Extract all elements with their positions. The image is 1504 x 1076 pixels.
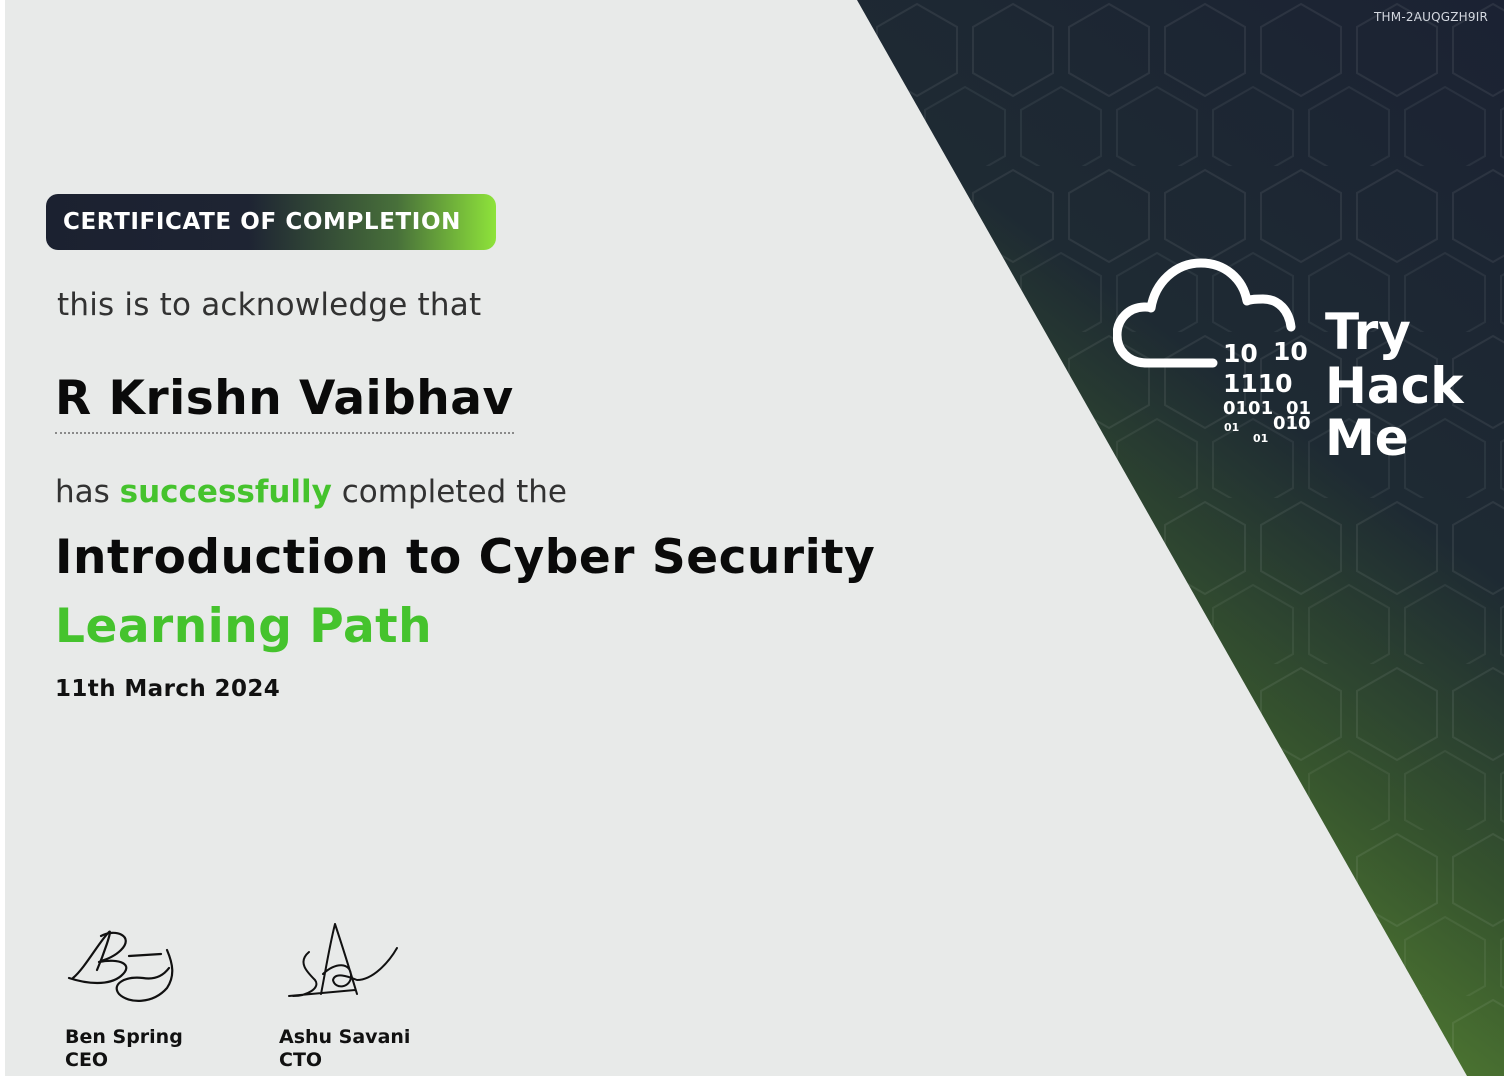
certificate-id: THM-2AUQGZH9IR: [1374, 10, 1488, 24]
signatory-role: CTO: [279, 1049, 323, 1071]
completed-prefix: has: [55, 474, 110, 510]
completion-statement: has successfully completed the: [55, 474, 567, 510]
brand-word: Try: [1325, 303, 1411, 361]
signatory-name: Ben Spring: [65, 1026, 183, 1048]
binary-digits: 01: [1253, 432, 1269, 445]
acknowledge-text: this is to acknowledge that: [57, 287, 482, 323]
course-title: Introduction to Cyber Security: [55, 530, 876, 585]
signatory-name: Ashu Savani: [279, 1026, 411, 1048]
completed-highlight: successfully: [119, 474, 332, 510]
binary-digits: 10: [1273, 337, 1308, 366]
binary-digits: 10: [1223, 339, 1258, 368]
binary-digits: 0101: [1223, 398, 1274, 419]
binary-digits: 010: [1273, 413, 1311, 434]
certificate-badge: CERTIFICATE OF COMPLETION: [46, 194, 496, 250]
badge-label: CERTIFICATE OF COMPLETION: [63, 209, 461, 235]
signatory-role: CEO: [65, 1049, 109, 1071]
tryhackme-logo: 10 10 1110 0101 01 01 01 010 Try Hack Me: [1113, 255, 1483, 470]
completed-suffix: completed the: [341, 474, 567, 510]
signature-ceo: [67, 930, 174, 1002]
binary-digits: 01: [1224, 421, 1240, 434]
brand-word: Hack: [1325, 357, 1464, 415]
certificate: THM-2AUQGZH9IR CERTIFICATE OF COMPLETION…: [5, 0, 1504, 1076]
course-type: Learning Path: [55, 599, 433, 654]
binary-digits: 1110: [1223, 369, 1293, 398]
recipient-name: R Krishn Vaibhav: [55, 371, 514, 434]
brand-word: Me: [1325, 409, 1409, 467]
completion-date: 11th March 2024: [55, 676, 281, 702]
signature-cto: [288, 923, 398, 997]
